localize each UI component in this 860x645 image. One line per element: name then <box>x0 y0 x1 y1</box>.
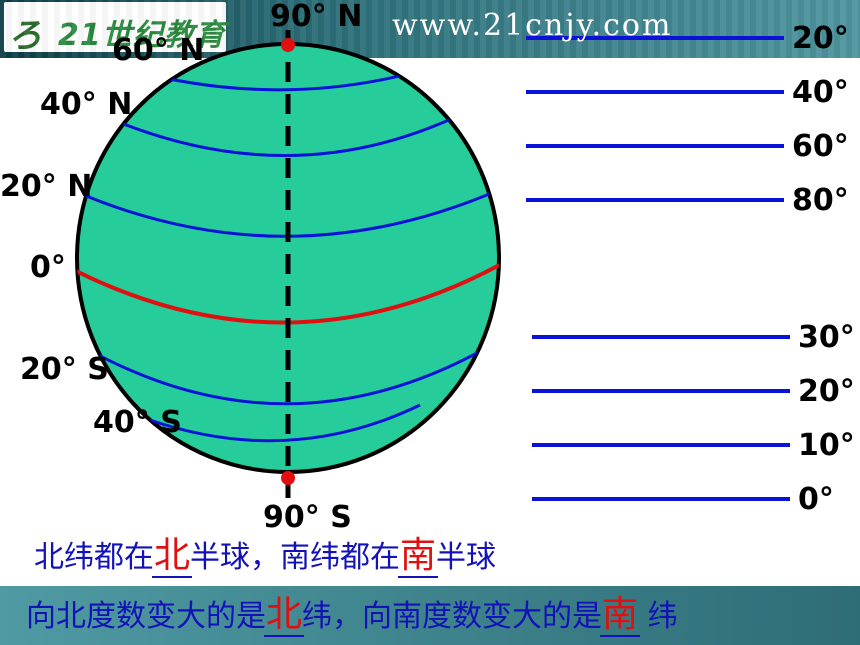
sentence-line-1: 北纬都在北半球，南纬都在南半球 <box>34 535 497 578</box>
label-60n: 60° N <box>112 33 205 68</box>
sentence-1-answer-1: 北 <box>154 535 191 576</box>
sentence-2-answer-2: 南 <box>602 594 639 635</box>
sentence-1-prefix: 北纬都在 <box>34 540 154 575</box>
right-label-b1: 30° <box>798 320 855 355</box>
sentence-2-suffix: 纬 <box>638 599 678 634</box>
right-label-a1: 20° <box>792 21 849 56</box>
sentence-2-prefix: 向北度数变大的是 <box>26 599 266 634</box>
right-line-b3 <box>532 443 790 447</box>
label-20s: 20° S <box>20 352 109 387</box>
south-pole-dot <box>281 471 295 485</box>
sentence-1-blank-1: 北 <box>151 535 193 578</box>
right-line-b4 <box>532 497 790 501</box>
label-40s: 40° S <box>93 405 182 440</box>
right-label-a4: 80° <box>792 183 849 218</box>
sentence-1-suffix: 半球 <box>436 540 497 575</box>
sentence-1-answer-2: 南 <box>400 535 437 576</box>
right-line-a4 <box>526 198 784 202</box>
sentence-2-blank-2: 南 <box>600 594 641 637</box>
sentence-2-blank-1: 北 <box>263 594 305 637</box>
site-url: www.21cnjy.com <box>392 8 673 43</box>
label-south-pole: 90° S <box>263 500 352 535</box>
label-40n: 40° N <box>40 87 133 122</box>
label-20n: 20° N <box>0 169 93 204</box>
sentence-1-middle: 半球，南纬都在 <box>190 540 401 575</box>
right-label-a3: 60° <box>792 129 849 164</box>
right-label-b4: 0° <box>798 482 834 517</box>
right-line-a2 <box>526 90 784 94</box>
right-label-b3: 10° <box>798 428 855 463</box>
sentence-line-2: 向北度数变大的是北纬，向南度数变大的是南 纬 <box>26 594 678 637</box>
sentence-1-blank-2: 南 <box>398 535 439 578</box>
right-label-b2: 20° <box>798 374 855 409</box>
north-pole-dot <box>281 38 295 52</box>
label-north-pole: 90° N <box>270 0 363 34</box>
right-label-a2: 40° <box>792 75 849 110</box>
right-line-b2 <box>532 389 790 393</box>
label-equator: 0° <box>30 250 66 285</box>
right-line-a3 <box>526 144 784 148</box>
sentence-2-answer-1: 北 <box>266 594 303 635</box>
right-line-b1 <box>532 335 790 339</box>
sentence-2-middle: 纬，向南度数变大的是 <box>302 599 603 634</box>
